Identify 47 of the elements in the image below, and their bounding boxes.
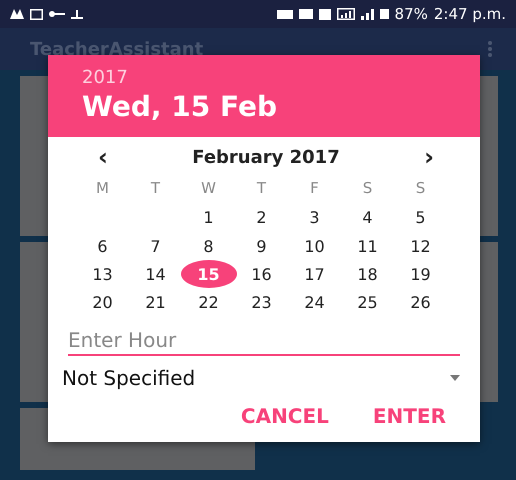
calendar-day[interactable]: 2	[244, 204, 278, 232]
selected-date: Wed, 15 Feb	[82, 90, 278, 123]
calendar-day[interactable]: 23	[244, 288, 278, 316]
calendar-day[interactable]: 11	[350, 232, 384, 260]
calendar-day[interactable]: 18	[350, 260, 384, 288]
calendar-day[interactable]: 21	[138, 288, 172, 316]
weekday-label: T	[256, 178, 266, 199]
calendar-day[interactable]: 12	[404, 232, 438, 260]
calendar-day[interactable]: 22	[192, 288, 226, 316]
menu-icon[interactable]	[488, 41, 492, 57]
weekday-label: W	[201, 178, 216, 199]
usb-icon	[71, 10, 83, 18]
key-icon	[49, 11, 65, 17]
lte-signal-icon	[336, 8, 355, 20]
calendar-day[interactable]: 8	[192, 232, 226, 260]
type-dropdown[interactable]: Not Specified	[62, 366, 460, 390]
calendar-day[interactable]: 16	[244, 260, 278, 288]
calendar-day[interactable]: 24	[298, 288, 332, 316]
weekday-label: T	[150, 178, 160, 199]
mountain-icon	[10, 9, 24, 19]
next-month-button[interactable]: ›	[418, 145, 440, 169]
calendar-day[interactable]: 5	[404, 204, 438, 232]
calendar-day[interactable]: 10	[298, 232, 332, 260]
calendar-day[interactable]: 13	[86, 260, 120, 288]
calendar-day[interactable]: 1	[192, 204, 226, 232]
calendar-day[interactable]: 3	[298, 204, 332, 232]
calendar-day[interactable]: 14	[138, 260, 172, 288]
calendar-day[interactable]: 20	[86, 288, 120, 316]
calendar-day[interactable]: 4	[350, 204, 384, 232]
previous-month-button[interactable]: ‹	[92, 145, 114, 169]
signal-icon	[360, 8, 374, 20]
battery-percent: 87%	[394, 5, 428, 23]
dropdown-arrow-icon	[450, 375, 460, 381]
weekday-label: S	[416, 178, 426, 199]
calendar-day[interactable]: 6	[86, 232, 120, 260]
clock-time: 2:47 p.m.	[434, 5, 506, 23]
calendar-day[interactable]: 25	[350, 288, 384, 316]
calendar-day[interactable]: 7	[138, 232, 172, 260]
image-icon	[30, 8, 43, 20]
calendar-day[interactable]: 19	[404, 260, 438, 288]
month-title: February 2017	[192, 146, 340, 168]
weekday-label: F	[310, 178, 319, 199]
calendar-day[interactable]: 17	[298, 260, 332, 288]
weekday-label: S	[362, 178, 372, 199]
weekday-label: M	[96, 178, 109, 199]
calendar-day[interactable]: 26	[404, 288, 438, 316]
calendar-day[interactable]: 9	[244, 232, 278, 260]
